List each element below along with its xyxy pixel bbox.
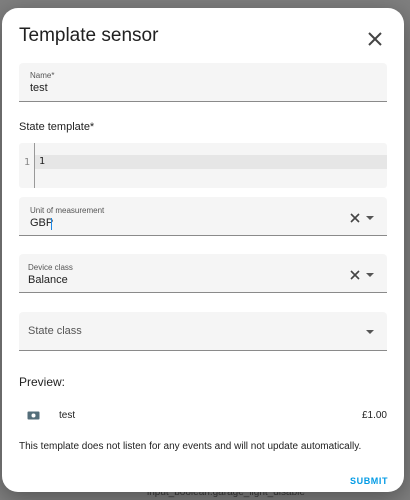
device-class-field[interactable]: Device class Balance: [19, 254, 387, 293]
code-line: 1: [35, 155, 387, 169]
unit-field-label: Unit of measurement: [30, 206, 105, 215]
text-cursor: [51, 218, 52, 230]
name-field[interactable]: Name* test: [19, 63, 387, 102]
unit-of-measurement-field[interactable]: Unit of measurement GBP: [19, 197, 387, 236]
unit-field-value: GBP: [30, 217, 54, 229]
preview-note: This template does not listen for any ev…: [19, 441, 362, 452]
name-field-value: test: [30, 82, 48, 94]
submit-button[interactable]: SUBMIT: [350, 476, 388, 486]
preview-row: test £1.00: [19, 405, 387, 427]
dialog-title: Template sensor: [19, 25, 159, 46]
clear-icon[interactable]: [349, 212, 361, 224]
chevron-down-icon[interactable]: [366, 216, 374, 220]
line-number: 1: [24, 157, 31, 168]
name-field-label: Name*: [30, 71, 55, 80]
chevron-down-icon[interactable]: [366, 273, 374, 277]
chevron-down-icon[interactable]: [366, 330, 374, 334]
state-class-field[interactable]: State class: [19, 312, 387, 351]
editor-gutter: 1: [19, 143, 35, 188]
device-class-label: Device class: [28, 263, 73, 272]
state-template-label: State template*: [19, 121, 95, 133]
clear-icon[interactable]: [349, 269, 361, 281]
template-sensor-dialog: Template sensor Name* test State templat…: [2, 8, 404, 492]
state-class-label: State class: [28, 325, 82, 337]
device-class-value: Balance: [28, 274, 68, 286]
cash-icon: [27, 411, 40, 420]
code-text: 1: [39, 156, 46, 167]
preview-entity-name: test: [59, 410, 76, 421]
close-icon[interactable]: [363, 27, 387, 51]
state-template-editor[interactable]: 1 1: [19, 143, 387, 188]
preview-label: Preview:: [19, 375, 66, 389]
preview-entity-value: £1.00: [361, 410, 387, 421]
